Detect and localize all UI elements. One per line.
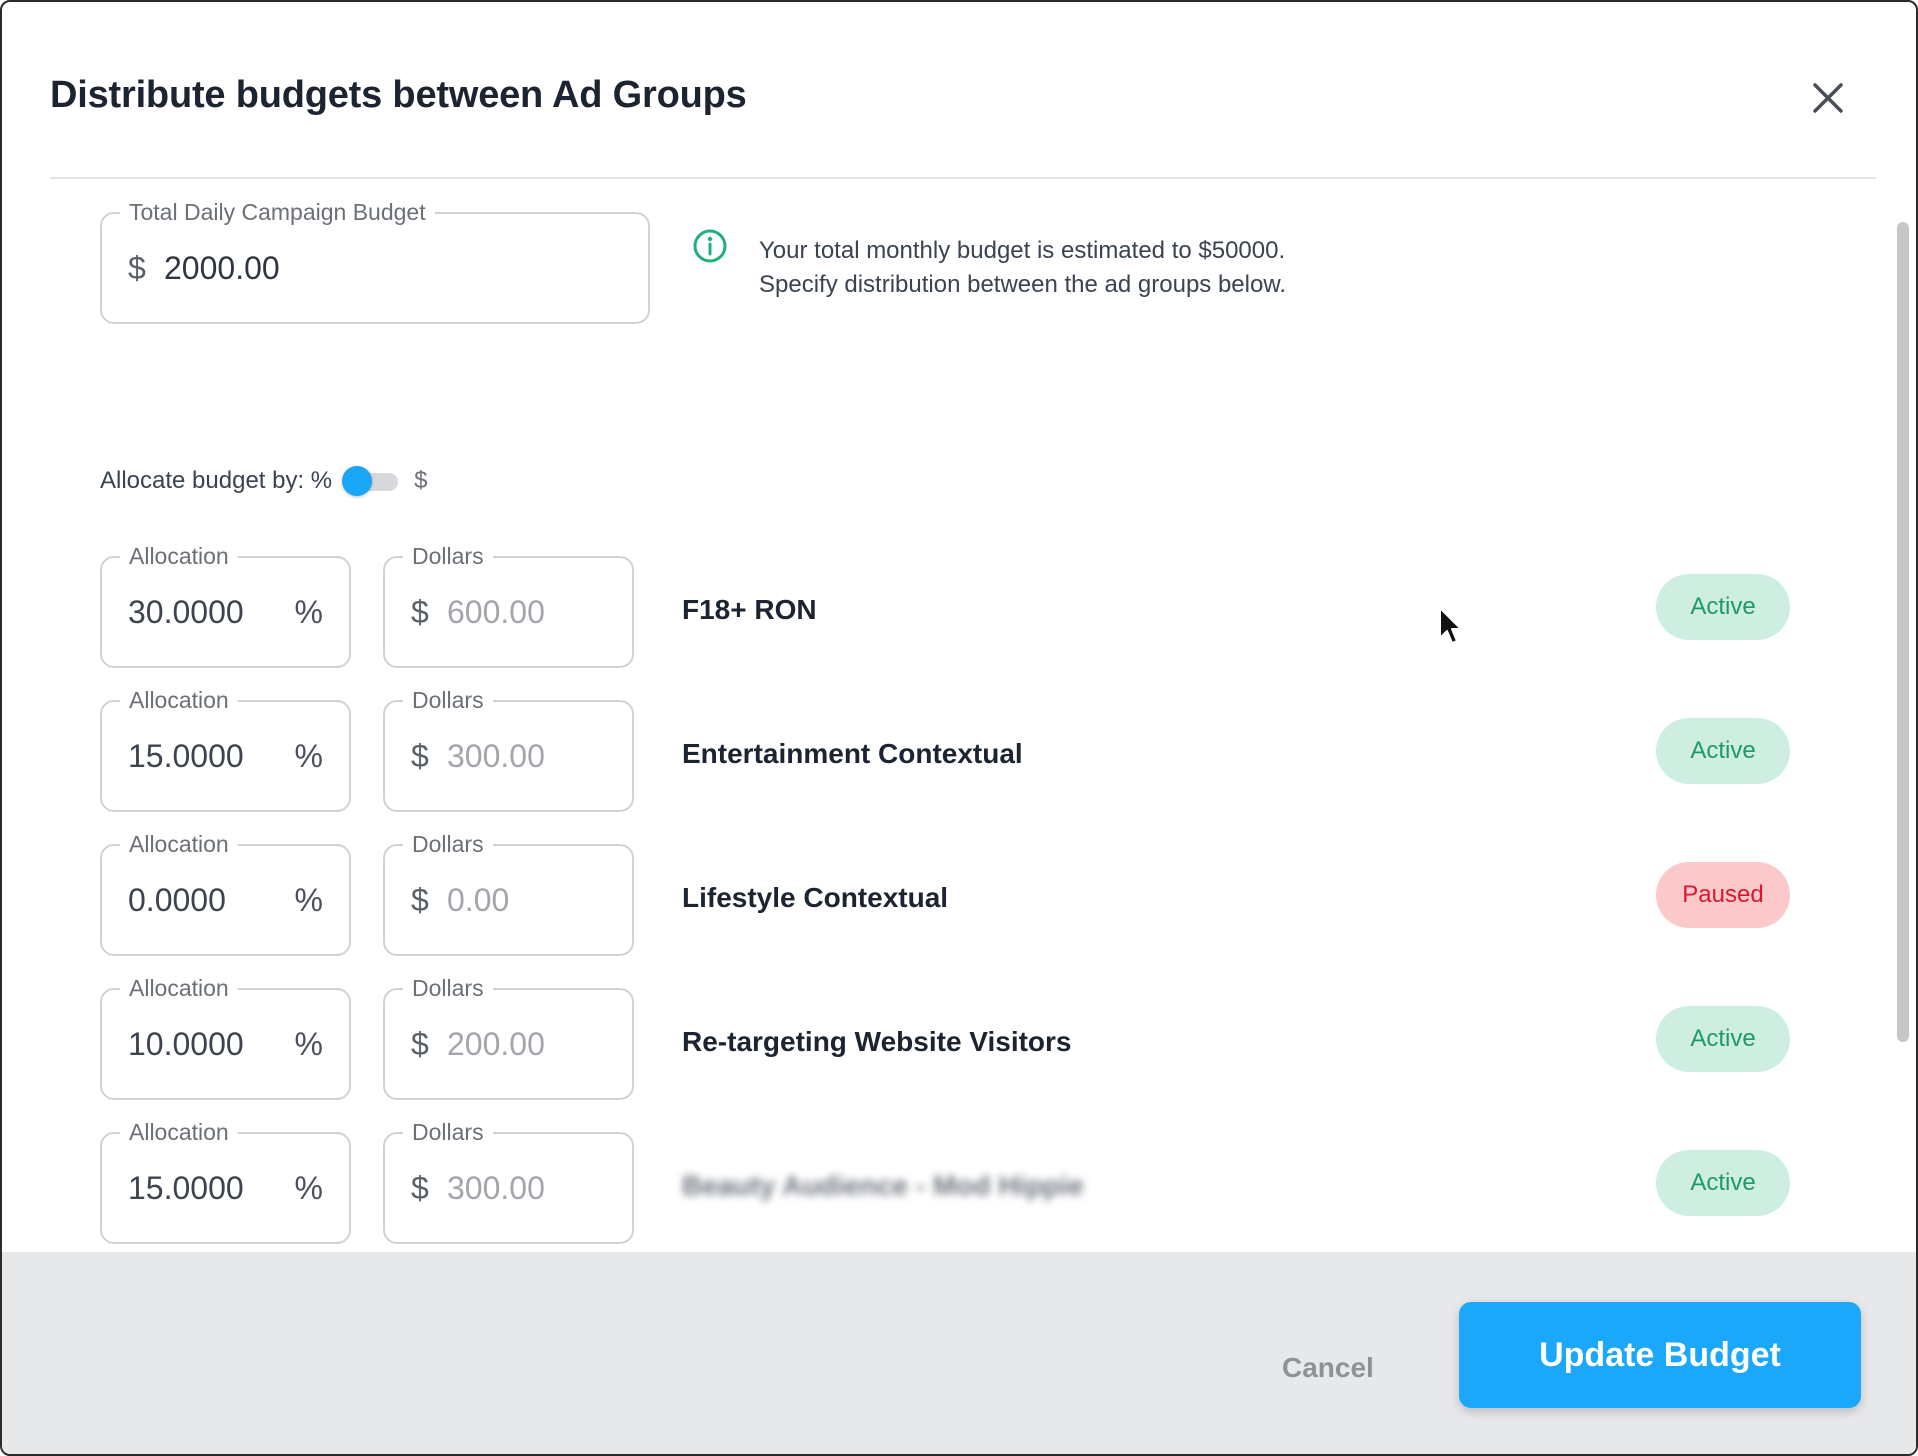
dollars-field[interactable]: Dollars $ 600.00 [383, 542, 634, 668]
allocate-by-dollar-label: $ [414, 467, 428, 494]
status-badge: Active [1656, 1150, 1790, 1216]
info-circle-icon [692, 228, 728, 269]
dollars-value[interactable]: 300.00 [447, 738, 545, 775]
mouse-pointer-icon [1438, 606, 1464, 651]
close-button[interactable] [1802, 74, 1854, 126]
dollars-label: Dollars [403, 542, 493, 570]
dollars-label: Dollars [403, 830, 493, 858]
info-message: Your total monthly budget is estimated t… [759, 234, 1286, 302]
allocate-by-row: Allocate budget by: % $ [100, 466, 428, 496]
scrollbar[interactable] [1897, 222, 1909, 1042]
currency-symbol: $ [411, 1026, 429, 1062]
dollars-value[interactable]: 300.00 [447, 1170, 545, 1207]
allocation-field[interactable]: Allocation 15.0000 % [100, 1118, 351, 1244]
allocation-label: Allocation [120, 830, 238, 858]
status-badge: Active [1656, 574, 1790, 640]
ad-group-row: Allocation 15.0000 % Dollars $ 300.00 Be… [100, 1118, 1800, 1244]
ad-group-row: Allocation 15.0000 % Dollars $ 300.00 En… [100, 686, 1800, 812]
update-budget-button[interactable]: Update Budget [1459, 1302, 1861, 1408]
allocation-value[interactable]: 30.0000 [128, 594, 258, 631]
ad-group-name: F18+ RON [682, 594, 817, 625]
allocation-label: Allocation [120, 686, 238, 714]
ad-group-row: Allocation 30.0000 % Dollars $ 600.00 F1… [100, 542, 1800, 668]
dollars-field[interactable]: Dollars $ 200.00 [383, 974, 634, 1100]
percent-suffix: % [294, 738, 323, 774]
ad-group-name: Lifestyle Contextual [682, 882, 949, 913]
allocate-by-toggle[interactable] [342, 466, 400, 496]
ad-group-name: Beauty Audience - Mod Hippie [682, 1170, 1084, 1201]
dollars-label: Dollars [403, 686, 493, 714]
dollars-value[interactable]: 0.00 [447, 882, 509, 919]
toggle-knob[interactable] [342, 466, 373, 496]
total-daily-budget-field[interactable]: Total Daily Campaign Budget $ 2000.00 [100, 198, 650, 324]
total-daily-budget-label: Total Daily Campaign Budget [120, 198, 435, 226]
dialog-title: Distribute budgets between Ad Groups [50, 74, 747, 116]
allocation-field[interactable]: Allocation 30.0000 % [100, 542, 351, 668]
status-badge: Active [1656, 1006, 1790, 1072]
percent-suffix: % [294, 1026, 323, 1062]
dollars-field[interactable]: Dollars $ 0.00 [383, 830, 634, 956]
ad-group-name: Re-targeting Website Visitors [682, 1026, 1072, 1057]
dollars-value[interactable]: 600.00 [447, 594, 545, 631]
percent-suffix: % [294, 1170, 323, 1206]
dollars-field[interactable]: Dollars $ 300.00 [383, 686, 634, 812]
allocation-field[interactable]: Allocation 15.0000 % [100, 686, 351, 812]
info-line-1: Your total monthly budget is estimated t… [759, 237, 1286, 264]
allocation-value[interactable]: 15.0000 [128, 1170, 258, 1207]
dollars-field[interactable]: Dollars $ 300.00 [383, 1118, 634, 1244]
close-icon [1811, 81, 1845, 120]
allocation-label: Allocation [120, 974, 238, 1002]
allocation-value[interactable]: 15.0000 [128, 738, 258, 775]
percent-suffix: % [294, 882, 323, 918]
currency-symbol: $ [128, 250, 146, 286]
ad-group-name: Entertainment Contextual [682, 738, 1023, 769]
budget-dialog: Distribute budgets between Ad Groups Tot… [0, 0, 1918, 1456]
cancel-button[interactable]: Cancel [1282, 1352, 1374, 1384]
dollars-label: Dollars [403, 1118, 493, 1146]
allocation-value[interactable]: 10.0000 [128, 1026, 258, 1063]
header-divider [50, 177, 1876, 179]
dialog-footer: Cancel Update Budget [2, 1252, 1916, 1454]
dollars-label: Dollars [403, 974, 493, 1002]
dollars-value[interactable]: 200.00 [447, 1026, 545, 1063]
allocation-label: Allocation [120, 542, 238, 570]
currency-symbol: $ [411, 594, 429, 630]
status-badge: Paused [1656, 862, 1790, 928]
ad-group-row: Allocation 10.0000 % Dollars $ 200.00 Re… [100, 974, 1800, 1100]
currency-symbol: $ [411, 1170, 429, 1206]
allocation-field[interactable]: Allocation 10.0000 % [100, 974, 351, 1100]
total-daily-budget-value[interactable]: 2000.00 [164, 250, 280, 287]
allocation-value[interactable]: 0.0000 [128, 882, 258, 919]
status-badge: Active [1656, 718, 1790, 784]
allocate-by-label: Allocate budget by: % [100, 467, 333, 494]
info-line-2: Specify distribution between the ad grou… [759, 271, 1287, 298]
currency-symbol: $ [411, 882, 429, 918]
percent-suffix: % [294, 594, 323, 630]
allocation-label: Allocation [120, 1118, 238, 1146]
currency-symbol: $ [411, 738, 429, 774]
allocation-field[interactable]: Allocation 0.0000 % [100, 830, 351, 956]
ad-group-row: Allocation 0.0000 % Dollars $ 0.00 Lifes… [100, 830, 1800, 956]
